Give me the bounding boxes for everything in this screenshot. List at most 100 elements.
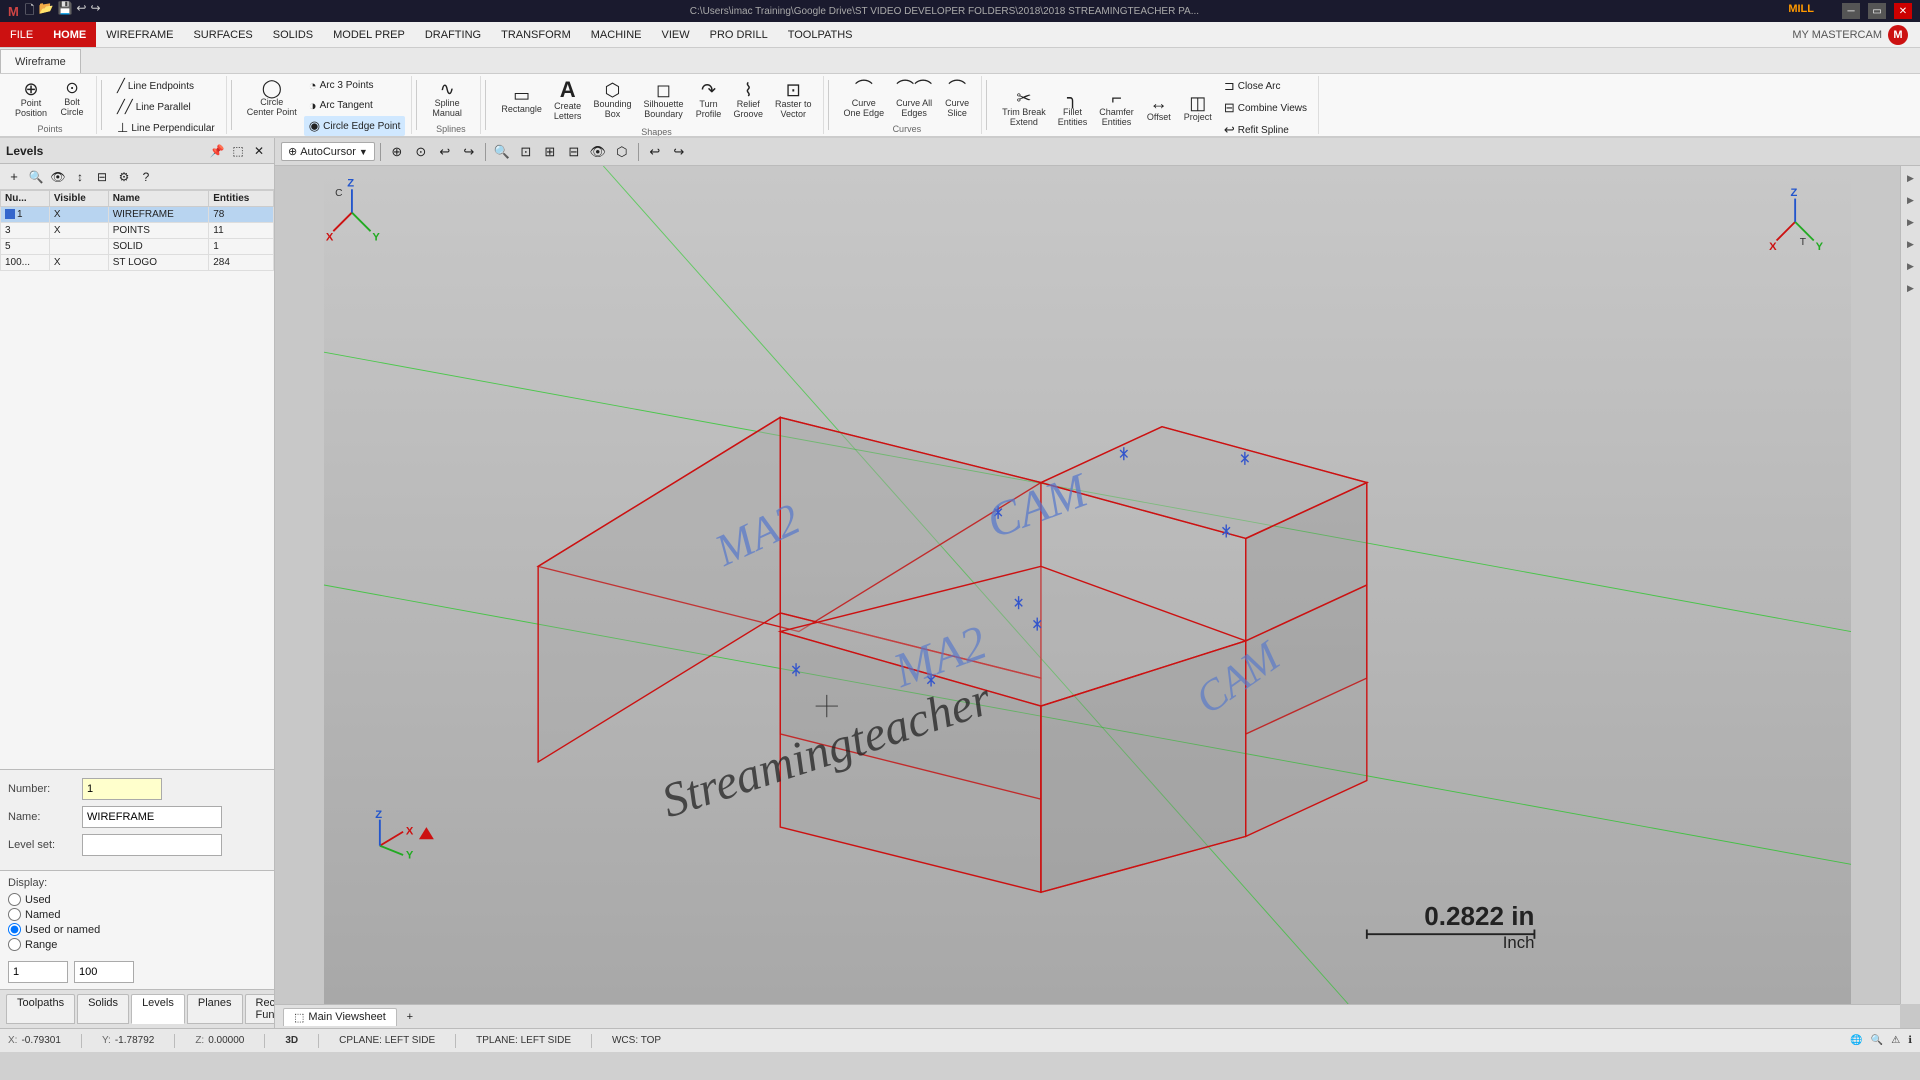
qa-redo[interactable]: ↪ (90, 1, 100, 22)
vp-btn-2[interactable]: ⊙ (410, 141, 432, 163)
vp-btn-6[interactable]: ⊡ (515, 141, 537, 163)
menu-drafting[interactable]: DRAFTING (415, 22, 491, 47)
silhouette-btn[interactable]: ◻ SilhouetteBoundary (638, 78, 688, 123)
qa-new[interactable]: 🗋 (25, 1, 35, 22)
radio-named[interactable]: Named (8, 908, 266, 921)
qa-open[interactable]: 📂 (39, 1, 54, 22)
col-name[interactable]: Name (108, 191, 209, 207)
level-row-1[interactable]: 1 X WIREFRAME 78 (1, 207, 274, 223)
vp-btn-3[interactable]: ↩ (434, 141, 456, 163)
trim-break-btn[interactable]: ✂ Trim BreakExtend (997, 86, 1051, 131)
bounding-box-btn[interactable]: ⬡ BoundingBox (588, 78, 636, 123)
vp-btn-12[interactable]: ↪ (668, 141, 690, 163)
vp-btn-4[interactable]: ↪ (458, 141, 480, 163)
status-globe[interactable]: 🌐 (1850, 1035, 1862, 1046)
menu-modelprep[interactable]: MODEL PREP (323, 22, 415, 47)
line-perpendicular-btn[interactable]: ⊥ Line Perpendicular (112, 118, 220, 136)
radio-range-input[interactable] (8, 938, 21, 951)
col-num[interactable]: Nu... (1, 191, 50, 207)
autocursor-dropdown[interactable]: ▼ (359, 147, 368, 157)
radio-range[interactable]: Range (8, 938, 266, 951)
menu-transform[interactable]: TRANSFORM (491, 22, 581, 47)
arc-3points-btn[interactable]: ◔ Arc 3 Points (304, 76, 406, 95)
right-btn-1[interactable]: ▶ (1903, 170, 1919, 186)
tab-levels[interactable]: Levels (131, 994, 185, 1024)
menu-toolpaths[interactable]: TOOLPATHS (778, 22, 863, 47)
menu-machine[interactable]: MACHINE (581, 22, 652, 47)
number-input[interactable] (82, 778, 162, 800)
level-row-5[interactable]: 5 SOLID 1 (1, 239, 274, 255)
combine-views-btn[interactable]: ⊟ Combine Views (1219, 98, 1312, 118)
menu-surfaces[interactable]: SURFACES (183, 22, 262, 47)
levels-close-btn[interactable]: ✕ (250, 142, 268, 160)
spline-manual-btn[interactable]: ∿ SplineManual (427, 77, 467, 122)
radio-used-or-named[interactable]: Used or named (8, 923, 266, 936)
point-position-btn[interactable]: ⊕ PointPosition (10, 77, 52, 122)
minimize-button[interactable]: ─ (1842, 3, 1860, 19)
viewport[interactable]: ⊕ AutoCursor ▼ ⊕ ⊙ ↩ ↪ 🔍 ⊡ ⊞ ⊟ 👁 ⬡ ↩ ↪ (275, 138, 1920, 1028)
levels-float-btn[interactable]: ⬚ (229, 142, 247, 160)
col-visible[interactable]: Visible (49, 191, 108, 207)
chamfer-btn[interactable]: ⌐ ChamferEntities (1094, 86, 1139, 131)
vp-btn-7[interactable]: ⊞ (539, 141, 561, 163)
status-warn[interactable]: ⚠ (1891, 1035, 1900, 1046)
curve-all-edges-btn[interactable]: ⌒⌒ Curve AllEdges (891, 77, 937, 122)
levels-filter-btn[interactable]: ⊟ (92, 167, 112, 187)
refit-spline-btn[interactable]: ↩ Refit Spline (1219, 120, 1312, 136)
menu-solids[interactable]: SOLIDS (263, 22, 323, 47)
radio-usedornamed-input[interactable] (8, 923, 21, 936)
circle-edge-btn[interactable]: ◉ Circle Edge Point (304, 116, 406, 136)
name-input[interactable] (82, 806, 222, 828)
curve-one-edge-btn[interactable]: ⌒ CurveOne Edge (839, 77, 890, 122)
levels-sort-btn[interactable]: ↕ (70, 167, 90, 187)
vp-btn-10[interactable]: ⬡ (611, 141, 633, 163)
offset-btn[interactable]: ↔ Offset (1141, 91, 1177, 126)
radio-used[interactable]: Used (8, 893, 266, 906)
close-arc-btn[interactable]: ⊐ Close Arc (1219, 76, 1312, 96)
levels-visible-btn[interactable]: 👁 (48, 167, 68, 187)
range-start-input[interactable] (8, 961, 68, 983)
viewsheet-tab-main[interactable]: ⬚ Main Viewsheet (283, 1008, 397, 1026)
levels-pin-btn[interactable]: 📌 (208, 142, 226, 160)
status-search[interactable]: 🔍 (1871, 1035, 1883, 1046)
right-btn-3[interactable]: ▶ (1903, 214, 1919, 230)
levels-add-btn[interactable]: + (4, 167, 24, 187)
menu-home[interactable]: HOME (43, 22, 96, 47)
status-info[interactable]: ℹ (1908, 1035, 1912, 1046)
tab-planes[interactable]: Planes (187, 994, 243, 1024)
line-endpoints-btn[interactable]: ╱ Line Endpoints (112, 76, 199, 96)
qa-save[interactable]: 💾 (57, 1, 72, 22)
right-btn-5[interactable]: ▶ (1903, 258, 1919, 274)
vp-btn-8[interactable]: ⊟ (563, 141, 585, 163)
vp-btn-9[interactable]: 👁 (587, 141, 609, 163)
project-btn[interactable]: ◫ Project (1179, 91, 1217, 126)
level-row-100[interactable]: 100... X ST LOGO 284 (1, 255, 274, 271)
create-letters-btn[interactable]: A CreateLetters (549, 76, 587, 125)
tab-solids[interactable]: Solids (77, 994, 129, 1024)
autocursor-btn[interactable]: ⊕ AutoCursor ▼ (281, 142, 375, 161)
right-btn-2[interactable]: ▶ (1903, 192, 1919, 208)
ribbon-tab-active[interactable]: Wireframe (0, 49, 81, 73)
curve-slice-btn[interactable]: ⌒ CurveSlice (939, 77, 975, 122)
col-entities[interactable]: Entities (209, 191, 274, 207)
right-btn-6[interactable]: ▶ (1903, 280, 1919, 296)
tab-toolpaths[interactable]: Toolpaths (6, 994, 75, 1024)
circle-center-btn[interactable]: ◯ CircleCenter Point (242, 76, 302, 121)
raster-vector-btn[interactable]: ⊡ Raster toVector (770, 78, 817, 123)
menu-file[interactable]: FILE (0, 22, 43, 47)
fillet-btn[interactable]: ╮ FilletEntities (1053, 86, 1093, 131)
viewsheet-add[interactable]: + (401, 1008, 419, 1026)
levels-cfg-btn[interactable]: ⚙ (114, 167, 134, 187)
arc-tangent-btn[interactable]: ◑ Arc Tangent (304, 96, 406, 115)
menu-wireframe[interactable]: WIREFRAME (96, 22, 183, 47)
vp-btn-1[interactable]: ⊕ (386, 141, 408, 163)
qa-undo[interactable]: ↩ (76, 1, 86, 22)
close-button[interactable]: ✕ (1894, 3, 1912, 19)
levelset-input[interactable] (82, 834, 222, 856)
levels-help-btn[interactable]: ? (136, 167, 156, 187)
vp-btn-11[interactable]: ↩ (644, 141, 666, 163)
levels-search-btn[interactable]: 🔍 (26, 167, 46, 187)
radio-used-input[interactable] (8, 893, 21, 906)
range-end-input[interactable] (74, 961, 134, 983)
menu-view[interactable]: VIEW (652, 22, 700, 47)
